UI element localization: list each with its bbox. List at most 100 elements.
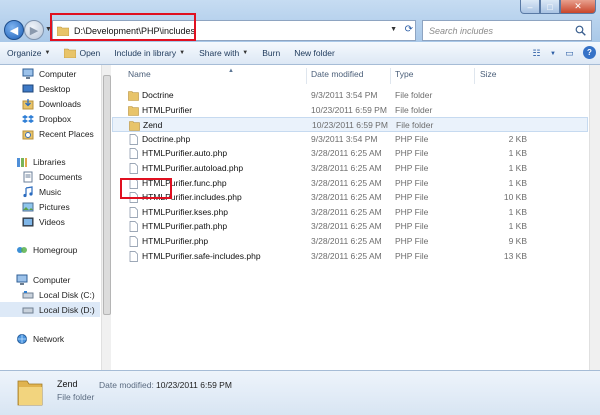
search-icon[interactable] bbox=[575, 25, 586, 36]
file-date: 3/28/2011 6:25 AM bbox=[311, 236, 382, 246]
address-bar[interactable]: D:\Development\PHP\includes ▼ ⟳ bbox=[50, 13, 416, 41]
column-header-date[interactable]: Date modified bbox=[311, 69, 363, 83]
nav-item-videos[interactable]: Videos bbox=[22, 214, 65, 229]
column-header-name[interactable]: Name ▲ bbox=[128, 68, 234, 83]
include-in-library-menu[interactable]: Include in library ▼ bbox=[107, 48, 192, 58]
file-icon bbox=[129, 206, 138, 218]
column-separator[interactable] bbox=[390, 68, 391, 84]
nav-item-local-disk-d[interactable]: Local Disk (D:) bbox=[0, 302, 100, 317]
file-date: 3/28/2011 6:25 AM bbox=[311, 206, 382, 217]
nav-item-libraries[interactable]: Libraries bbox=[16, 154, 66, 169]
file-size: 1 KB bbox=[508, 221, 527, 232]
table-row[interactable]: HTMLPurifier.php 3/28/2011 6:25 AM PHP Fil… bbox=[112, 234, 588, 249]
forward-button[interactable]: ▶ bbox=[24, 20, 44, 40]
file-name: HTMLPurifier.includes.php bbox=[142, 192, 242, 203]
refresh-icon[interactable]: ⟳ bbox=[405, 24, 413, 35]
view-options-icon[interactable]: ☷ bbox=[529, 46, 544, 61]
nav-item-downloads[interactable]: Downloads bbox=[22, 96, 81, 111]
table-row[interactable]: Doctrine.php 9/3/2011 3:54 PM PHP File 2 KB bbox=[112, 132, 588, 147]
address-dropdown-icon[interactable]: ▼ bbox=[390, 26, 397, 33]
file-date: 9/3/2011 3:54 PM bbox=[311, 90, 378, 100]
nav-scrollbar[interactable] bbox=[101, 65, 111, 370]
desktop-icon bbox=[22, 84, 34, 92]
details-pane: Zend Date modified: 10/23/2011 6:59 PM F… bbox=[0, 370, 600, 415]
column-type-label: Type bbox=[395, 69, 414, 79]
table-row[interactable]: HTMLPurifier.kses.php 3/28/2011 6:25 AM PH… bbox=[112, 205, 588, 220]
column-header-size[interactable]: Size bbox=[480, 69, 497, 83]
address-path: D:\Development\PHP\includes bbox=[74, 25, 196, 36]
table-row[interactable]: HTMLPurifier 10/23/2011 6:59 PM File folde… bbox=[112, 103, 588, 118]
burn-label: Burn bbox=[262, 48, 281, 58]
nav-item-recent-places[interactable]: Recent Places bbox=[22, 126, 94, 141]
file-date: 3/28/2011 6:25 AM bbox=[311, 148, 382, 159]
back-button[interactable]: ◀ bbox=[4, 20, 24, 40]
organize-menu[interactable]: Organize ▼ bbox=[0, 48, 57, 58]
table-row[interactable]: HTMLPurifier.auto.php 3/28/2011 6:25 AM PH… bbox=[112, 146, 588, 161]
chevron-down-icon[interactable]: ▼ bbox=[550, 46, 556, 61]
file-type: PHP File bbox=[395, 221, 429, 232]
new-folder-button[interactable]: New folder bbox=[287, 48, 342, 58]
recent-pages-dropdown[interactable]: ▼ bbox=[45, 26, 52, 33]
column-header-type[interactable]: Type bbox=[395, 69, 413, 83]
file-icon bbox=[129, 177, 138, 189]
nav-label: Homegroup bbox=[33, 244, 78, 255]
file-name: Zend bbox=[143, 120, 163, 131]
nav-item-network[interactable]: Network bbox=[16, 331, 64, 346]
folder-icon bbox=[57, 26, 69, 36]
nav-label: Desktop bbox=[39, 83, 71, 94]
preview-pane-icon[interactable]: ▭ bbox=[562, 46, 577, 61]
column-separator[interactable] bbox=[306, 68, 307, 84]
minimize-button[interactable]: – bbox=[520, 0, 540, 14]
nav-item-pictures[interactable]: Pictures bbox=[22, 199, 70, 214]
file-date: 3/28/2011 6:25 AM bbox=[311, 192, 382, 203]
dropbox-icon bbox=[22, 114, 34, 123]
file-icon bbox=[129, 192, 138, 204]
search-box[interactable]: Search includes bbox=[422, 20, 592, 41]
nav-item-dropbox[interactable]: Dropbox bbox=[22, 111, 71, 126]
maximize-button[interactable]: □ bbox=[540, 0, 560, 14]
nav-item-documents[interactable]: Documents bbox=[22, 169, 82, 184]
nav-item-music[interactable]: Music bbox=[22, 184, 61, 199]
help-icon[interactable]: ? bbox=[583, 46, 596, 59]
nav-scrollbar-thumb[interactable] bbox=[103, 75, 111, 315]
table-row[interactable]: HTMLPurifier.path.php 3/28/2011 6:25 AM PH… bbox=[112, 219, 588, 234]
nav-label: Videos bbox=[39, 216, 65, 227]
table-row[interactable]: Zend 10/23/2011 6:59 PM File folder bbox=[112, 117, 588, 132]
nav-label: Network bbox=[33, 333, 65, 344]
table-row[interactable]: HTMLPurifier.safe-includes.php 3/28/2011 … bbox=[112, 249, 588, 264]
nav-item-homegroup[interactable]: Homegroup bbox=[16, 242, 77, 257]
nav-item-computer-root[interactable]: Computer bbox=[16, 272, 70, 287]
table-row[interactable]: HTMLPurifier.func.php 3/28/2011 6:25 AM PH… bbox=[112, 176, 588, 191]
table-row[interactable]: HTMLPurifier.includes.php 3/28/2011 6:25 … bbox=[112, 190, 588, 205]
main-area: Computer Desktop Downloads Dropbox Recen… bbox=[0, 65, 600, 370]
search-input[interactable]: Search includes bbox=[429, 26, 493, 36]
table-row[interactable]: Doctrine 9/3/2011 3:54 PM File folder bbox=[112, 88, 588, 103]
file-size: 13 KB bbox=[503, 250, 527, 261]
nav-label: Downloads bbox=[39, 98, 82, 109]
file-date: 3/28/2011 6:25 AM bbox=[311, 250, 382, 261]
table-row[interactable]: HTMLPurifier.autoload.php 3/28/2011 6:25 … bbox=[112, 161, 588, 176]
column-separator[interactable] bbox=[474, 68, 475, 84]
nav-item-computer[interactable]: Computer bbox=[22, 66, 76, 81]
nav-item-local-disk-c[interactable]: Local Disk (C:) bbox=[22, 287, 95, 302]
window-titlebar: – □ ✕ ◀ ▶ ▼ D:\Development\PHP\includes … bbox=[0, 0, 600, 42]
open-button[interactable]: Open bbox=[57, 48, 107, 58]
file-name: HTMLPurifier.auto.php bbox=[142, 148, 228, 159]
drive-icon bbox=[22, 307, 34, 313]
column-size-label: Size bbox=[480, 69, 497, 79]
chevron-down-icon: ▼ bbox=[44, 50, 51, 56]
arrow-right-icon: ▶ bbox=[29, 24, 39, 37]
file-name: HTMLPurifier bbox=[142, 104, 193, 115]
nav-label: Dropbox bbox=[39, 113, 72, 124]
file-name: HTMLPurifier.kses.php bbox=[142, 206, 228, 217]
file-list-scrollbar[interactable] bbox=[589, 65, 600, 370]
folder-icon bbox=[128, 105, 139, 116]
burn-button[interactable]: Burn bbox=[255, 48, 287, 58]
close-button[interactable]: ✕ bbox=[560, 0, 596, 14]
details-date-value: 10/23/2011 6:59 PM bbox=[156, 380, 232, 390]
file-type: PHP File bbox=[395, 133, 429, 144]
file-type: PHP File bbox=[395, 177, 429, 188]
videos-icon bbox=[22, 217, 34, 226]
share-with-menu[interactable]: Share with ▼ bbox=[192, 48, 255, 58]
nav-item-desktop[interactable]: Desktop bbox=[22, 81, 70, 96]
